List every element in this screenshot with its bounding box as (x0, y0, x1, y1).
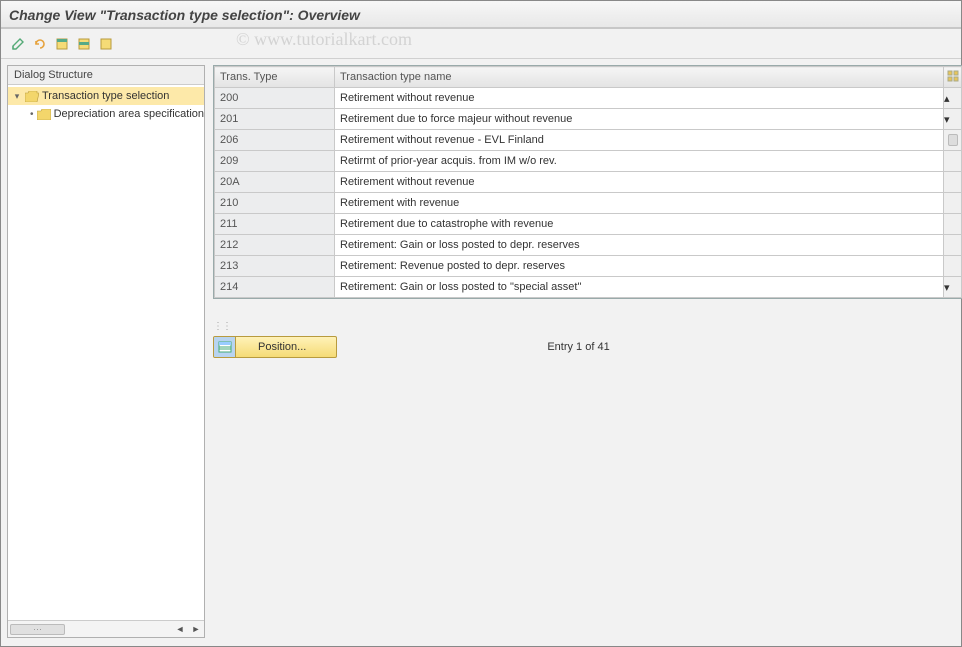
tree-node-transaction-type-selection[interactable]: ▾ Transaction type selection (8, 87, 204, 105)
table-row[interactable]: 209Retirmt of prior-year acquis. from IM… (215, 151, 962, 172)
page-title: Change View "Transaction type selection"… (9, 7, 953, 23)
scroll-down-step-button[interactable]: ▾ (944, 109, 962, 130)
cell-trans-name[interactable]: Retirement: Gain or loss posted to depr.… (335, 235, 944, 256)
scroll-track[interactable] (944, 172, 962, 193)
toolbar (1, 29, 961, 59)
select-all-button[interactable] (53, 35, 71, 53)
folder-open-icon (25, 91, 39, 102)
scroll-down-button[interactable]: ▾ (944, 277, 962, 298)
table-row[interactable]: 200Retirement without revenue▴ (215, 88, 962, 109)
cell-trans-name[interactable]: Retirement due to force majeur without r… (335, 109, 944, 130)
position-button[interactable]: Position... (213, 336, 337, 358)
table-row[interactable]: 210Retirement with revenue (215, 193, 962, 214)
expander-icon[interactable]: ▾ (12, 91, 22, 102)
scroll-track[interactable] (944, 151, 962, 172)
cell-trans-name[interactable]: Retirement without revenue (335, 88, 944, 109)
select-block-button[interactable] (75, 35, 93, 53)
table-row[interactable]: 201Retirement due to force majeur withou… (215, 109, 962, 130)
cell-trans-name[interactable]: Retirement with revenue (335, 193, 944, 214)
cell-trans-name[interactable]: Retirement due to catastrophe with reven… (335, 214, 944, 235)
table-container: Trans. Type Transaction type name 200Ret… (213, 65, 962, 299)
cell-trans-name[interactable]: Retirement without revenue (335, 172, 944, 193)
dialog-structure-header: Dialog Structure (8, 66, 204, 85)
cell-trans-type[interactable]: 201 (215, 109, 335, 130)
cell-trans-type[interactable]: 20A (215, 172, 335, 193)
cell-trans-type[interactable]: 200 (215, 88, 335, 109)
transaction-type-table: Trans. Type Transaction type name 200Ret… (214, 66, 962, 298)
bottom-bar: Position... Entry 1 of 41 (213, 336, 962, 358)
scroll-track[interactable] (944, 214, 962, 235)
cell-trans-type[interactable]: 210 (215, 193, 335, 214)
change-button[interactable] (9, 35, 27, 53)
folder-closed-icon (37, 109, 51, 120)
table-row[interactable]: 206Retirement without revenue - EVL Finl… (215, 130, 962, 151)
cell-trans-name[interactable]: Retirmt of prior-year acquis. from IM w/… (335, 151, 944, 172)
cell-trans-type[interactable]: 209 (215, 151, 335, 172)
content-area: Trans. Type Transaction type name 200Ret… (205, 59, 962, 644)
sidebar-horizontal-scrollbar[interactable]: ◄ ► (8, 620, 204, 637)
position-label: Position... (236, 341, 336, 353)
cell-trans-type[interactable]: 211 (215, 214, 335, 235)
cell-trans-name[interactable]: Retirement without revenue - EVL Finland (335, 130, 944, 151)
scroll-track[interactable] (944, 256, 962, 277)
tree: ▾ Transaction type selection • Depreciat… (8, 85, 204, 620)
resize-grip-icon[interactable]: ⋮⋮ (213, 321, 221, 332)
tree-label: Transaction type selection (42, 90, 169, 102)
position-icon (214, 337, 236, 357)
main-area: Dialog Structure ▾ Transaction type sele… (1, 59, 961, 644)
cell-trans-type[interactable]: 213 (215, 256, 335, 277)
bullet-icon: • (30, 109, 34, 120)
table-row[interactable]: 213Retirement: Revenue posted to depr. r… (215, 256, 962, 277)
col-trans-name[interactable]: Transaction type name (335, 67, 944, 88)
tree-label: Depreciation area specification (54, 108, 204, 120)
table-row[interactable]: 211Retirement due to catastrophe with re… (215, 214, 962, 235)
scroll-up-button[interactable]: ▴ (944, 88, 962, 109)
scroll-thumb[interactable] (944, 130, 962, 151)
table-row[interactable]: 212Retirement: Gain or loss posted to de… (215, 235, 962, 256)
hscroll-thumb[interactable] (10, 624, 65, 635)
tree-node-depreciation-area[interactable]: • Depreciation area specification (8, 105, 204, 123)
hscroll-left-button[interactable]: ◄ (172, 621, 188, 637)
cell-trans-name[interactable]: Retirement: Gain or loss posted to "spec… (335, 277, 944, 298)
scroll-track[interactable] (944, 193, 962, 214)
cell-trans-name[interactable]: Retirement: Revenue posted to depr. rese… (335, 256, 944, 277)
header-bar: Change View "Transaction type selection"… (1, 1, 961, 29)
table-row[interactable]: 20ARetirement without revenue (215, 172, 962, 193)
entry-status: Entry 1 of 41 (547, 341, 609, 353)
cell-trans-type[interactable]: 206 (215, 130, 335, 151)
col-trans-type[interactable]: Trans. Type (215, 67, 335, 88)
dialog-structure-panel: Dialog Structure ▾ Transaction type sele… (7, 65, 205, 638)
table-row[interactable]: 214Retirement: Gain or loss posted to "s… (215, 277, 962, 298)
hscroll-track[interactable] (8, 621, 172, 637)
cell-trans-type[interactable]: 214 (215, 277, 335, 298)
table-config-button[interactable] (944, 67, 962, 88)
deselect-all-button[interactable] (97, 35, 115, 53)
hscroll-right-button[interactable]: ► (188, 621, 204, 637)
undo-button[interactable] (31, 35, 49, 53)
scroll-track[interactable] (944, 235, 962, 256)
cell-trans-type[interactable]: 212 (215, 235, 335, 256)
